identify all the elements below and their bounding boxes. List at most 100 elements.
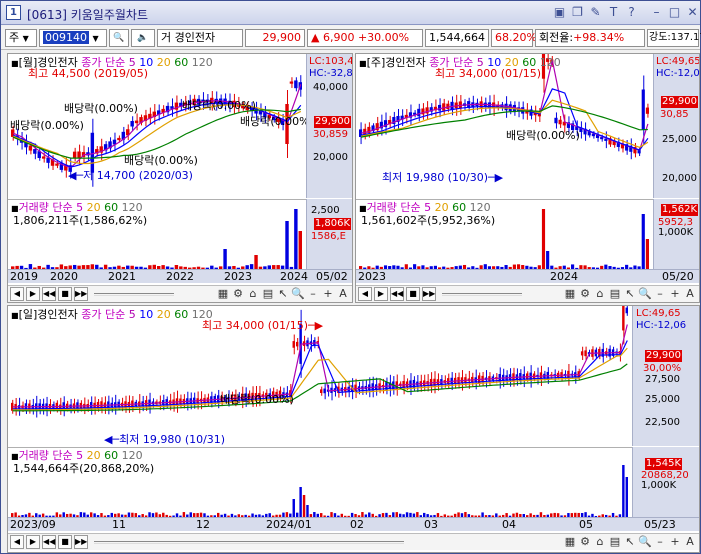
monthly-price-pane[interactable]: ■[월]경인전자 종가 단순 5 10 20 60 120 최고 44,500 … — [8, 54, 314, 198]
date-label: 11 — [112, 518, 126, 531]
vol-ma-60: 60 — [104, 449, 119, 462]
candle-body — [130, 120, 134, 127]
volume-bar — [285, 221, 289, 269]
candle-body — [72, 151, 77, 158]
text-size-icon[interactable]: A — [336, 287, 350, 301]
jump-end-button[interactable]: ▶▶ — [74, 535, 88, 549]
settings-icon[interactable]: ⚙ — [578, 287, 592, 301]
layout-icon[interactable]: ▤ — [608, 287, 622, 301]
daily-volume-pane[interactable]: ■거래량 단순 5 20 60 120 1,544,664주(20,868,20… — [8, 447, 632, 517]
chart-icon: ■ — [11, 204, 19, 213]
home-icon[interactable]: ⌂ — [246, 287, 260, 301]
daily-price-pane[interactable]: ■[일]경인전자 종가 단순 5 10 20 60 120 최고 34,000 … — [8, 306, 632, 446]
candle-body — [600, 137, 604, 140]
zoom-icon[interactable]: 🔍 — [638, 535, 652, 549]
vol-title: 거래량 단순 — [366, 201, 421, 214]
moving-average-line — [360, 105, 648, 138]
stop-button[interactable]: ■ — [58, 287, 72, 301]
weekly-volume-pane[interactable]: ■거래량 단순 5 20 60 120 1,561,602주(5,952,36%… — [356, 199, 653, 269]
scroll-left-button[interactable]: ◀ — [10, 535, 24, 549]
date-label: 2024/01 — [266, 518, 312, 531]
stop-button[interactable]: ■ — [406, 287, 420, 301]
monthly-volume-pane[interactable]: ■거래량 단순 5 20 60 120 1,806,211주(1,586,62%… — [8, 199, 306, 269]
candle-body — [580, 351, 584, 356]
grid-icon[interactable]: ▦ — [216, 287, 230, 301]
tick-label: 20,000 — [662, 173, 697, 184]
zoom-in-icon[interactable]: + — [668, 287, 682, 301]
sound-button[interactable]: 🔈 — [131, 29, 155, 47]
help-icon[interactable]: ? — [624, 5, 639, 20]
monthly-price-axis: LC:103,4 HC:-32,8 40,000 29,900 30,859 2… — [306, 54, 352, 198]
home-icon[interactable]: ⌂ — [593, 287, 607, 301]
cursor-icon[interactable]: ↖ — [276, 287, 290, 301]
minimize-icon[interactable]: – — [649, 5, 664, 20]
zoom-icon[interactable]: 🔍 — [291, 287, 305, 301]
text-size-icon[interactable]: A — [683, 535, 697, 549]
home-icon[interactable]: ⌂ — [593, 535, 607, 549]
zoom-in-icon[interactable]: + — [321, 287, 335, 301]
ma-5: 5 — [128, 308, 136, 321]
market-select[interactable]: 주 ▼ — [5, 29, 37, 47]
weekly-navbar: ◀ ▶ ◀◀ ■ ▶▶ ▦ ⚙ ⌂ ▤ ↖ 🔍 – + A — [356, 285, 699, 302]
cursor-icon[interactable]: ↖ — [623, 287, 637, 301]
zoom-out-icon[interactable]: – — [653, 287, 667, 301]
jump-end-button[interactable]: ▶▶ — [74, 287, 88, 301]
layout-icon[interactable]: ▤ — [261, 287, 275, 301]
close-icon[interactable]: ✕ — [685, 5, 700, 20]
jump-start-button[interactable]: ◀◀ — [42, 535, 56, 549]
maximize-icon[interactable]: □ — [667, 5, 682, 20]
text-size-icon[interactable]: A — [683, 287, 697, 301]
scroll-right-button[interactable]: ▶ — [26, 535, 40, 549]
pin-icon[interactable]: ✎ — [588, 5, 603, 20]
daily-volume-axis: 1,545K 20868,20 1,000K — [632, 447, 699, 517]
grid-icon[interactable]: ▦ — [563, 535, 577, 549]
stock-name-field[interactable]: 거 경인전자 — [157, 29, 243, 47]
tick-label: 2,500 — [311, 205, 340, 216]
monthly-dividend-3: 배당락(0.00%) — [182, 99, 256, 112]
settings-icon[interactable]: ⚙ — [578, 535, 592, 549]
jump-end-button[interactable]: ▶▶ — [422, 287, 436, 301]
jump-start-button[interactable]: ◀◀ — [390, 287, 404, 301]
zoom-out-icon[interactable]: – — [653, 535, 667, 549]
zoom-slider[interactable] — [94, 293, 174, 296]
monthly-date-axis: 2019 2020 2021 2022 2023 2024 05/02 — [8, 269, 352, 283]
code-input[interactable]: 009140 ▼ — [39, 29, 107, 47]
volume-bar — [299, 487, 302, 517]
chevron-down-icon: ▼ — [92, 34, 99, 43]
zoom-icon[interactable]: 🔍 — [638, 287, 652, 301]
zoom-slider[interactable] — [442, 293, 522, 296]
scroll-right-button[interactable]: ▶ — [26, 287, 40, 301]
search-button[interactable]: 🔍 — [109, 29, 129, 47]
volume-bar — [645, 239, 649, 269]
volume-tag: 1,562K — [660, 204, 698, 216]
jump-start-button[interactable]: ◀◀ — [42, 287, 56, 301]
layout-icon[interactable]: ▤ — [608, 535, 622, 549]
copy-icon[interactable]: ❐ — [570, 5, 585, 20]
stop-button[interactable]: ■ — [58, 535, 72, 549]
monthly-volume-axis: 2,500 1,806K 1586,E — [306, 199, 352, 269]
candle-body — [295, 341, 299, 347]
volume-bar — [641, 214, 645, 269]
zoom-out-icon[interactable]: – — [306, 287, 320, 301]
text-icon[interactable]: T — [606, 5, 621, 20]
strength-value: 137.17% — [670, 32, 701, 43]
scroll-right-button[interactable]: ▶ — [374, 287, 388, 301]
volume-text: 1,561,602주(5,952,36%) — [361, 214, 496, 227]
ma-20: 20 — [156, 308, 171, 321]
date-label: 05/23 — [644, 518, 676, 531]
weekly-price-pane[interactable]: ■[주]경인전자 종가 단순 5 10 20 60 120 최고 34,000 … — [356, 54, 653, 198]
scroll-left-button[interactable]: ◀ — [10, 287, 24, 301]
grid-icon[interactable]: ▦ — [563, 287, 577, 301]
candle-body — [289, 81, 294, 84]
scroll-left-button[interactable]: ◀ — [358, 287, 372, 301]
zoom-slider[interactable] — [94, 541, 404, 544]
settings-icon[interactable]: ⚙ — [231, 287, 245, 301]
window-title: [0613] 키움일주월차트 — [27, 8, 148, 22]
ma-20: 20 — [156, 56, 171, 69]
weekly-volume-axis: 1,562K 5952,3 1,000K — [653, 199, 699, 269]
tick-label: 30,85 — [660, 109, 689, 120]
cursor-icon[interactable]: ↖ — [623, 535, 637, 549]
zoom-in-icon[interactable]: + — [668, 535, 682, 549]
weekly-high-note: 최고 34,000 (01/15) — [435, 67, 542, 80]
link-icon[interactable]: ▣ — [552, 5, 567, 20]
